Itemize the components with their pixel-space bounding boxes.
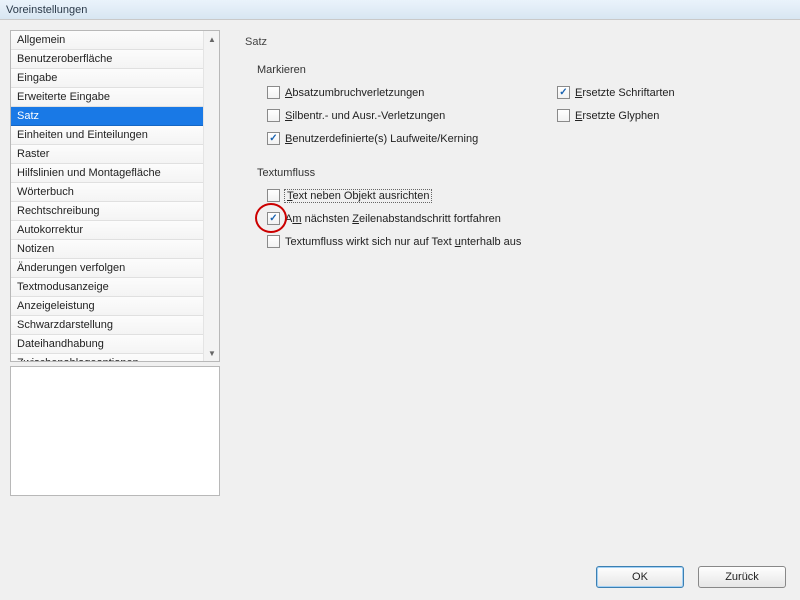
settings-panel: Satz Markieren Absatzumbruchverletzungen… bbox=[225, 20, 800, 560]
sidebar-item-5[interactable]: Einheiten und Einteilungen bbox=[11, 126, 203, 145]
checkbox-absatzumbruch[interactable]: Absatzumbruchverletzungen bbox=[267, 86, 477, 99]
sidebar-item-0[interactable]: Allgemein bbox=[11, 31, 203, 50]
sidebar-item-17[interactable]: Zwischenablageoptionen bbox=[11, 354, 203, 362]
checkbox-ersetzte-glyphen[interactable]: Ersetzte Glyphen bbox=[557, 109, 767, 122]
sidebar-item-12[interactable]: Änderungen verfolgen bbox=[11, 259, 203, 278]
section-markieren: Markieren Absatzumbruchverletzungen Erse… bbox=[245, 64, 780, 145]
checkbox-box bbox=[267, 132, 280, 145]
checkbox-box bbox=[267, 109, 280, 122]
checkbox-label: Textumfluss wirkt sich nur auf Text unte… bbox=[285, 236, 521, 248]
sidebar-item-13[interactable]: Textmodusanzeige bbox=[11, 278, 203, 297]
sidebar-item-9[interactable]: Rechtschreibung bbox=[11, 202, 203, 221]
checkbox-label: Ersetzte Glyphen bbox=[575, 110, 659, 122]
checkbox-label: Am nächsten Zeilenabstandschritt fortfah… bbox=[285, 213, 501, 225]
checkbox-box bbox=[557, 86, 570, 99]
section-title-textumfluss: Textumfluss bbox=[257, 167, 780, 179]
checkbox-label: Ersetzte Schriftarten bbox=[575, 87, 675, 99]
checkbox-laufweite-kerning[interactable]: Benutzerdefinierte(s) Laufweite/Kerning bbox=[267, 132, 478, 145]
checkbox-label: Text neben Objekt ausrichten bbox=[285, 190, 431, 202]
sidebar-item-7[interactable]: Hilfslinien und Montagefläche bbox=[11, 164, 203, 183]
content-area: AllgemeinBenutzeroberflächeEingabeErweit… bbox=[0, 20, 800, 560]
sidebar-item-8[interactable]: Wörterbuch bbox=[11, 183, 203, 202]
sidebar-item-14[interactable]: Anzeigeleistung bbox=[11, 297, 203, 316]
checkbox-box bbox=[557, 109, 570, 122]
sidebar-item-11[interactable]: Notizen bbox=[11, 240, 203, 259]
dialog-buttons: OK Zurück bbox=[596, 566, 786, 588]
sidebar-item-3[interactable]: Erweiterte Eingabe bbox=[11, 88, 203, 107]
window-titlebar: Voreinstellungen bbox=[0, 0, 800, 20]
sidebar-item-16[interactable]: Dateihandhabung bbox=[11, 335, 203, 354]
sidebar-item-10[interactable]: Autokorrektur bbox=[11, 221, 203, 240]
back-button[interactable]: Zurück bbox=[698, 566, 786, 588]
sidebar-item-6[interactable]: Raster bbox=[11, 145, 203, 164]
checkbox-label: Silbentr.- und Ausr.-Verletzungen bbox=[285, 110, 445, 122]
checkbox-silbentrennung[interactable]: Silbentr.- und Ausr.-Verletzungen bbox=[267, 109, 477, 122]
scroll-down-icon[interactable]: ▼ bbox=[204, 345, 220, 361]
section-title-markieren: Markieren bbox=[257, 64, 780, 76]
checkbox-box bbox=[267, 235, 280, 248]
checkbox-box bbox=[267, 86, 280, 99]
checkbox-box bbox=[267, 212, 280, 225]
section-textumfluss: Textumfluss Text neben Objekt ausrichten… bbox=[245, 167, 780, 248]
category-listbox[interactable]: AllgemeinBenutzeroberflächeEingabeErweit… bbox=[10, 30, 220, 362]
sidebar-item-2[interactable]: Eingabe bbox=[11, 69, 203, 88]
checkbox-label: Benutzerdefinierte(s) Laufweite/Kerning bbox=[285, 133, 478, 145]
page-title: Satz bbox=[245, 36, 780, 48]
checkbox-text-neben-objekt[interactable]: Text neben Objekt ausrichten bbox=[267, 189, 477, 202]
window-title: Voreinstellungen bbox=[6, 4, 87, 16]
checkbox-zeilenabstand-fortfahren[interactable]: Am nächsten Zeilenabstandschritt fortfah… bbox=[267, 212, 501, 225]
checkbox-ersetzte-schriftarten[interactable]: Ersetzte Schriftarten bbox=[557, 86, 767, 99]
listbox-scrollbar[interactable]: ▲ ▼ bbox=[203, 31, 219, 361]
checkbox-text-unterhalb[interactable]: Textumfluss wirkt sich nur auf Text unte… bbox=[267, 235, 521, 248]
checkbox-box bbox=[267, 189, 280, 202]
checkbox-label: Absatzumbruchverletzungen bbox=[285, 87, 424, 99]
ok-button[interactable]: OK bbox=[596, 566, 684, 588]
scroll-up-icon[interactable]: ▲ bbox=[204, 31, 220, 47]
description-box bbox=[10, 366, 220, 496]
sidebar-item-15[interactable]: Schwarzdarstellung bbox=[11, 316, 203, 335]
sidebar: AllgemeinBenutzeroberflächeEingabeErweit… bbox=[0, 20, 225, 560]
sidebar-item-4[interactable]: Satz bbox=[11, 107, 203, 126]
sidebar-item-1[interactable]: Benutzeroberfläche bbox=[11, 50, 203, 69]
